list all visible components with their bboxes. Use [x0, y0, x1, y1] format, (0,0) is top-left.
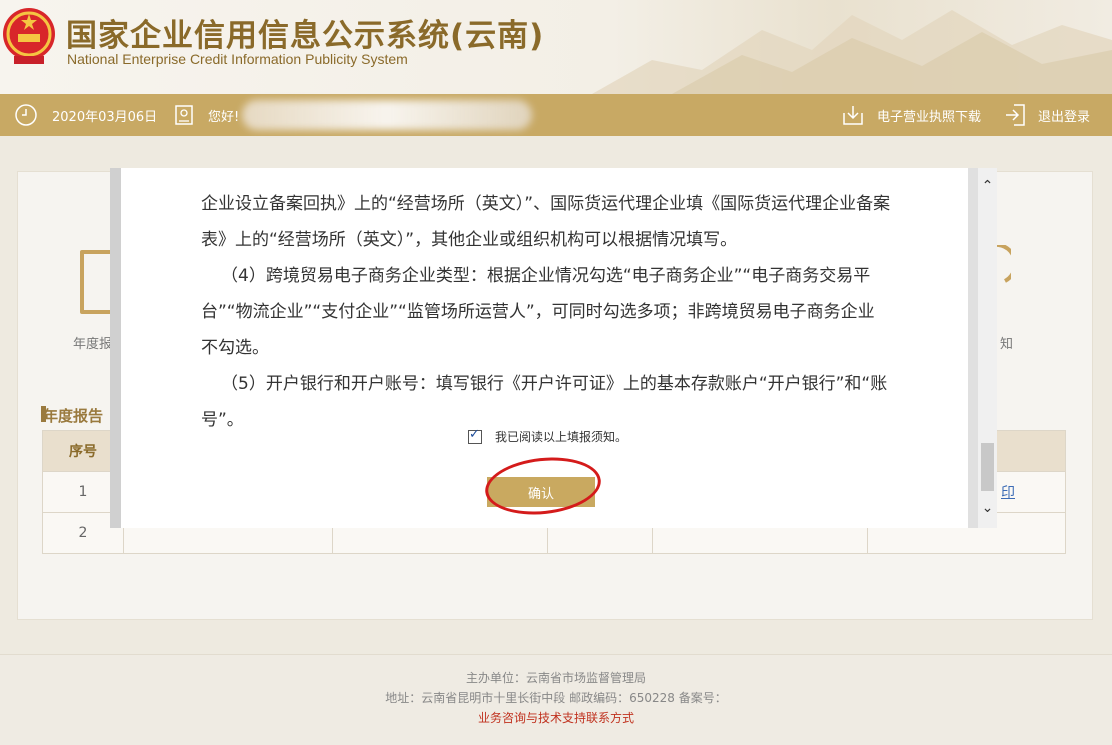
notice-content: 企业设立备案回执》上的“经营场所（英文）”、国际货运代理企业填《国际货运代理企业… — [201, 168, 891, 438]
agree-checkbox-label: 我已阅读以上填报须知。 — [495, 430, 628, 444]
user-card-icon — [175, 105, 193, 125]
redacted-username — [242, 100, 532, 130]
download-license-link[interactable]: 电子营业执照下载 — [841, 94, 981, 136]
filing-notice-dialog: 企业设立备案回执》上的“经营场所（英文）”、国际货运代理企业填《国际货运代理企业… — [121, 168, 968, 528]
annual-report-label: 年度报 — [73, 337, 113, 352]
greeting-text: 您好! — [208, 109, 240, 125]
scroll-up-icon[interactable]: ⌃ — [978, 176, 997, 196]
scroll-down-icon[interactable]: ⌄ — [978, 498, 997, 518]
logout-link[interactable]: 退出登录 — [1004, 94, 1090, 136]
top-toolbar: 2020年03月06日 您好! 电子营业执照下载 退出登录 — [0, 94, 1112, 136]
scroll-thumb[interactable] — [981, 443, 994, 491]
site-title-english: National Enterprise Credit Information P… — [67, 51, 408, 67]
site-header: 国家企业信用信息公示系统(云南) National Enterprise Cre… — [0, 0, 1112, 94]
notice-paragraph: （4）跨境贸易电子商务企业类型：根据企业情况勾选“电子商务企业”“电子商务交易平… — [201, 266, 875, 358]
footer-host: 主办单位：云南省市场监督管理局 — [465, 671, 646, 685]
clock-icon — [15, 104, 37, 126]
site-title: 国家企业信用信息公示系统(云南) — [66, 18, 545, 54]
current-date: 2020年03月06日 — [52, 109, 158, 125]
confirm-button[interactable]: 确认 — [487, 477, 595, 507]
agree-checkbox-row[interactable]: 我已阅读以上填报须知。 — [468, 427, 628, 445]
agree-checkbox[interactable] — [468, 427, 482, 444]
user-greeting: 您好! — [174, 94, 239, 136]
date-display: 2020年03月06日 — [14, 94, 157, 136]
notice-label: 知 — [1000, 337, 1014, 352]
notice-paragraph: 企业设立备案回执》上的“经营场所（英文）”、国际货运代理企业填《国际货运代理企业… — [201, 194, 891, 250]
modal-border — [110, 168, 121, 528]
site-footer: 主办单位：云南省市场监督管理局 地址：云南省昆明市十里长街中段 邮政编码：650… — [0, 654, 1112, 745]
logout-label: 退出登录 — [1038, 109, 1091, 125]
support-contact-link[interactable]: 业务咨询与技术支持联系方式 — [0, 709, 1112, 726]
footer-address: 地址：云南省昆明市十里长街中段 邮政编码：650228 备案号： — [385, 691, 727, 705]
national-emblem-icon — [3, 8, 55, 64]
mountain-banner-image — [592, 10, 1112, 94]
download-icon — [843, 106, 863, 125]
logout-icon — [1006, 104, 1025, 126]
modal-border-right — [968, 168, 978, 528]
modal-scrollbar[interactable]: ⌃ ⌄ — [978, 168, 997, 528]
section-title: 年度报告 — [40, 406, 104, 425]
download-license-label: 电子营业执照下载 — [877, 109, 982, 125]
